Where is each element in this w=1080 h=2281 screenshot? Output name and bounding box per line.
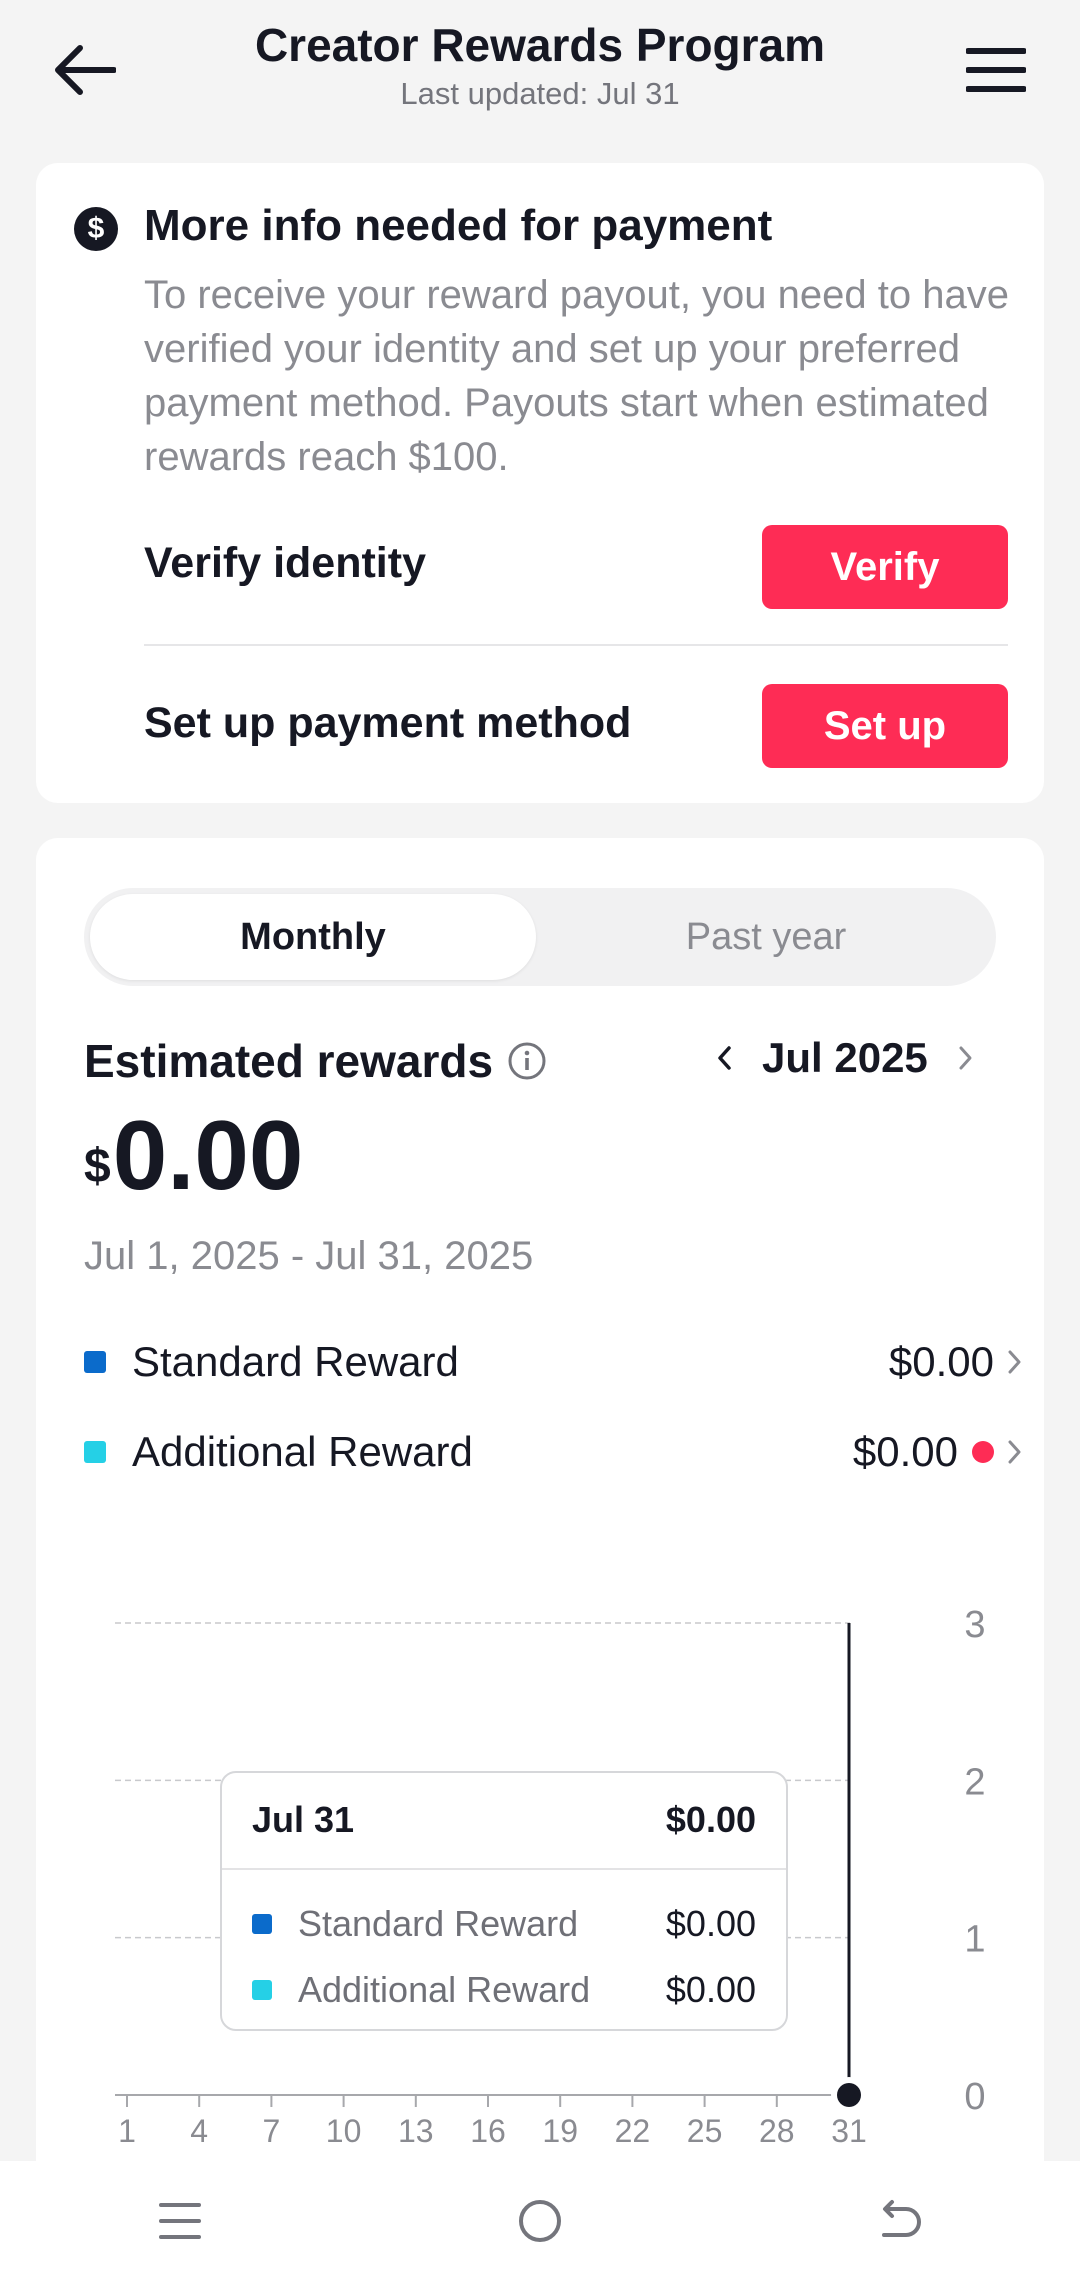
home-button[interactable] bbox=[480, 2161, 600, 2281]
tooltip-header: Jul 31 $0.00 bbox=[252, 1799, 756, 1841]
y-tick-label: 2 bbox=[964, 1761, 985, 1803]
x-tick-label: 7 bbox=[263, 2113, 281, 2149]
standard-reward-color bbox=[252, 1914, 272, 1934]
y-tick-label: 3 bbox=[964, 1604, 985, 1646]
x-tick-label: 25 bbox=[687, 2113, 723, 2149]
recents-icon bbox=[159, 2203, 201, 2239]
tooltip-additional-value: $0.00 bbox=[665, 1969, 756, 2010]
recents-button[interactable] bbox=[120, 2161, 240, 2281]
x-tick-label: 13 bbox=[398, 2113, 434, 2149]
x-tick-label: 16 bbox=[470, 2113, 506, 2149]
tooltip-row-standard: Standard Reward $0.00 bbox=[252, 1903, 756, 1945]
additional-reward-color bbox=[252, 1980, 272, 2000]
x-tick-label: 1 bbox=[118, 2113, 136, 2149]
y-tick-label: 1 bbox=[964, 1919, 985, 1961]
x-tick-label: 22 bbox=[615, 2113, 651, 2149]
tooltip-total: $0.00 bbox=[665, 1799, 756, 1840]
x-tick-label: 28 bbox=[759, 2113, 795, 2149]
home-icon bbox=[519, 2200, 561, 2242]
back-icon bbox=[882, 2200, 921, 2237]
x-tick-label: 4 bbox=[190, 2113, 208, 2149]
chart-tooltip: Jul 31 $0.00 Standard Reward $0.00 Addit… bbox=[220, 1771, 788, 2031]
tooltip-row-additional: Additional Reward $0.00 bbox=[252, 1969, 756, 2011]
selection-point bbox=[837, 2083, 861, 2107]
tooltip-standard-label: Standard Reward bbox=[298, 1903, 579, 1944]
system-nav-bar bbox=[0, 2161, 1080, 2281]
tooltip-divider bbox=[222, 1868, 786, 1870]
tooltip-date: Jul 31 bbox=[252, 1799, 355, 1840]
tooltip-standard-value: $0.00 bbox=[665, 1903, 756, 1944]
x-tick-label: 19 bbox=[542, 2113, 578, 2149]
x-tick-label: 31 bbox=[831, 2113, 867, 2149]
tooltip-additional-label: Additional Reward bbox=[298, 1969, 591, 2010]
x-tick-label: 10 bbox=[326, 2113, 362, 2149]
back-nav-button[interactable] bbox=[840, 2161, 960, 2281]
y-tick-label: 0 bbox=[964, 2076, 985, 2118]
